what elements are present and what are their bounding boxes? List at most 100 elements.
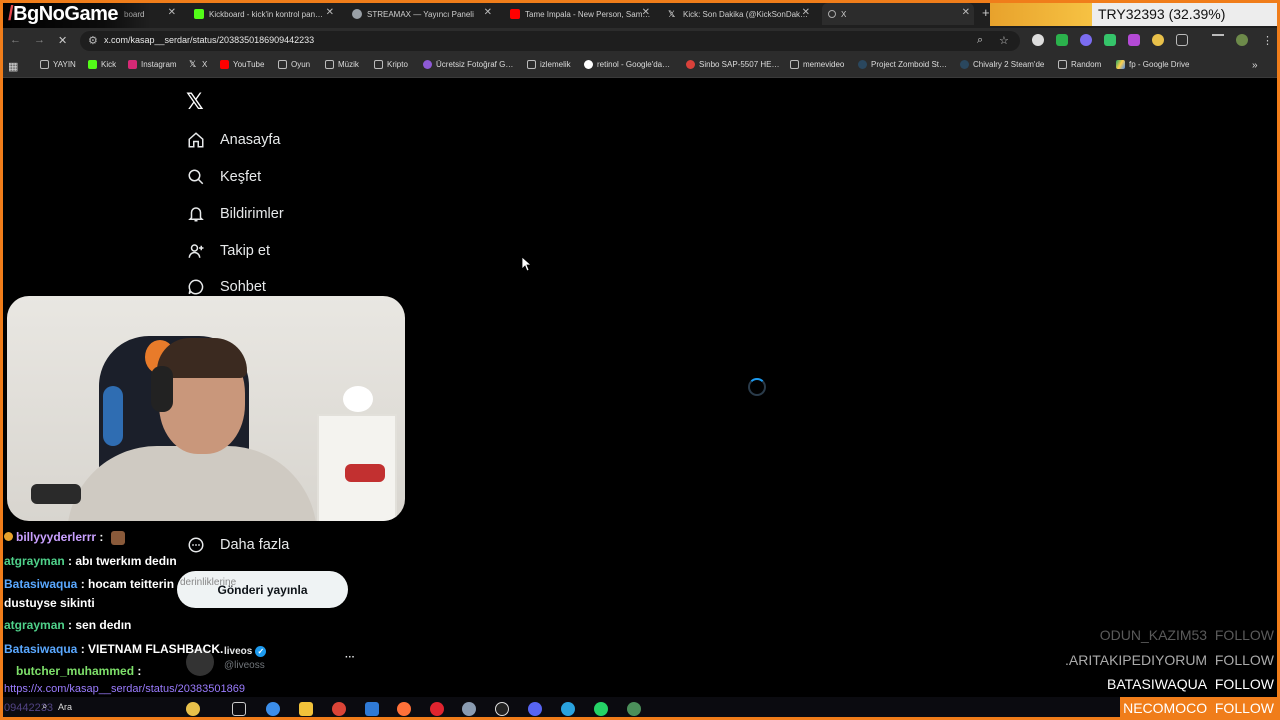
nav-notifications[interactable]: Bildirimler [186,204,284,224]
tab-label: Kickboard - kick'in kontrol pan… [209,9,324,19]
account-handle: @liveoss [224,660,265,671]
whatsapp-icon[interactable] [594,702,608,716]
bookmark-youtube[interactable]: YouTube [220,60,264,69]
search-icon[interactable]: ⌕ [42,701,48,712]
chat-username: Batasiwaqua [4,577,78,591]
bookmark-label: Sinbo SAP-5507 HE… [699,60,780,69]
tab-label: Tame Impala - New Person, Sam… [525,9,651,19]
back-icon[interactable]: ← [10,34,21,46]
chat-message: billyyyderlerrr : [4,530,125,545]
chat-message: atgrayman : abı twerkım dedın [4,554,177,568]
close-icon[interactable]: ✕ [168,7,176,18]
bookmark-yayin[interactable]: YAYIN [40,60,76,69]
follower-name: NECOMOCO [1123,700,1208,716]
badge-icon [4,532,13,541]
app-icon[interactable] [462,702,476,716]
bookmark-instagram[interactable]: Instagram [128,60,177,69]
new-tab-icon[interactable]: + [982,5,990,20]
chrome-icon[interactable] [332,702,346,716]
search-icon [186,167,206,187]
task-view-icon[interactable] [232,702,246,716]
extension-icon[interactable] [1152,34,1164,46]
apps-icon[interactable]: ▦ [8,60,18,73]
more-bookmarks-icon[interactable]: » [1252,60,1258,71]
forward-icon[interactable]: → [34,34,45,46]
nav-follow[interactable]: Takip et [186,241,270,261]
profile-avatar-icon[interactable] [1236,34,1248,46]
chair-accent [103,386,123,446]
shelf-item [343,386,373,412]
bookmark-memevideo[interactable]: memevideo [790,60,844,69]
tab-streamax[interactable]: STREAMAX — Yayıncı Paneli ✕ [346,3,496,25]
chat-text: : sen dedın [64,618,132,632]
taskbar-search-label[interactable]: Ara [58,702,72,712]
close-icon[interactable]: ✕ [642,7,650,18]
discord-icon[interactable] [528,702,542,716]
bookmark-kripto[interactable]: Kripto [374,60,408,69]
extension-icon[interactable] [1128,34,1140,46]
chat-message: atgrayman : sen dedın [4,618,131,632]
media-icon[interactable] [1212,34,1224,46]
follow-alert: NECOMOCO FOLLOW [1123,700,1274,716]
extensions-puzzle-icon[interactable] [1176,34,1188,46]
account-name: liveos [224,646,253,657]
bookmark-muzik[interactable]: Müzik [325,60,359,69]
bookmark-sinbo[interactable]: Sinbo SAP-5507 HE… [686,60,780,69]
account-more-icon[interactable]: ··· [345,652,355,663]
bookmark-project-zomboid[interactable]: Project Zomboid St… [858,60,947,69]
cursor-icon [521,256,533,272]
extension-icon[interactable] [1032,34,1044,46]
chat-text: https://x.com/kasap__serdar/status/20383… [4,683,245,695]
folder-icon [40,60,49,69]
chat-text: : [96,530,104,544]
menu-icon[interactable]: ⋮ [1262,34,1273,47]
bookmark-x[interactable]: 𝕏X [189,60,207,70]
nav-home[interactable]: Anasayfa [186,130,280,150]
tab-youtube[interactable]: Tame Impala - New Person, Sam… ✕ [504,3,654,25]
opera-icon[interactable] [430,702,444,716]
bookmark-izlemelik[interactable]: izlemelik [527,60,571,69]
tab-kickboard[interactable]: Kickboard - kick'in kontrol pan… ✕ [188,3,338,25]
extension-icon[interactable] [1080,34,1092,46]
google-icon [584,60,593,69]
file-explorer-icon[interactable] [299,702,313,716]
bookmark-random[interactable]: Random [1058,60,1101,69]
close-icon[interactable]: ✕ [802,7,810,18]
bookmark-label: Chivalry 2 Steam'de [973,60,1045,69]
zoom-icon[interactable]: ⌕ [977,34,983,47]
bookmarks-bar: ▦ YAYIN Kick Instagram 𝕏X YouTube Oyun M… [0,54,1280,78]
url-text[interactable]: x.com/kasap__serdar/status/2038350186909… [104,35,314,45]
extension-icon[interactable] [1104,34,1116,46]
chrome-profile-icon[interactable] [627,702,641,716]
obs-icon[interactable] [495,702,509,716]
tab-x-active[interactable]: X ✕ [822,3,974,25]
bookmark-chivalry[interactable]: Chivalry 2 Steam'de [960,60,1044,69]
bookmark-star-icon[interactable]: ☆ [999,34,1009,47]
copilot-icon[interactable] [186,702,200,716]
nav-chat[interactable]: Sohbet [186,277,266,297]
extension-icon[interactable] [1056,34,1068,46]
nav-explore[interactable]: Keşfet [186,167,261,187]
account-switcher[interactable]: liveos ✓ @liveoss [224,646,267,671]
x-logo[interactable]: 𝕏 [186,90,204,115]
copilot-app-icon[interactable] [266,702,280,716]
tab-kick-son-dakika[interactable]: 𝕏 Kick: Son Dakika (@KickSonDak… ✕ [662,3,814,25]
telegram-icon[interactable] [561,702,575,716]
bookmark-kick[interactable]: Kick [88,60,116,69]
close-icon[interactable]: ✕ [484,7,492,18]
site-info-icon[interactable]: ⚙ [88,34,98,47]
loading-spinner-icon [748,378,766,396]
follower-name: ODUN_KAZIM53 [1099,627,1208,643]
mail-icon[interactable] [365,702,379,716]
close-icon[interactable]: ✕ [962,7,970,18]
bookmark-ucretsiz-fotograf[interactable]: Ücretsiz Fotoğraf G… [423,60,513,69]
bookmark-google-drive[interactable]: fp - Google Drive [1116,60,1189,69]
chat-text: dustuyse sikinti [4,596,95,610]
chat-icon [186,277,206,297]
bookmark-oyun[interactable]: Oyun [278,60,310,69]
stop-icon[interactable]: ✕ [58,34,67,47]
bookmark-retinol[interactable]: retinol - Google'da… [584,60,670,69]
close-icon[interactable]: ✕ [326,7,334,18]
firefox-icon[interactable] [397,702,411,716]
nav-more[interactable]: Daha fazla [186,535,289,555]
